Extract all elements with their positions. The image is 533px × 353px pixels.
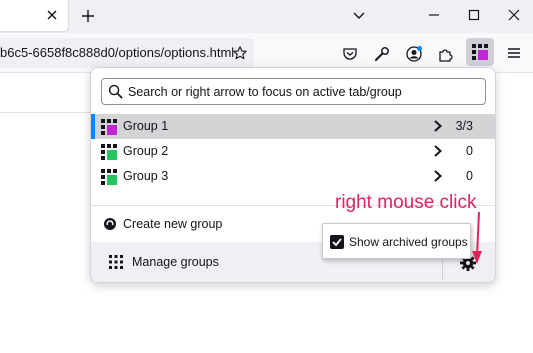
- group-color-icon: [101, 119, 117, 135]
- show-archived-label: Show archived groups: [349, 235, 468, 249]
- annotation-arrow: [472, 211, 482, 264]
- group-row-3[interactable]: Group 3 0: [91, 164, 495, 189]
- group-tab-count: 3/3: [455, 119, 473, 133]
- account-icon[interactable]: [405, 45, 423, 63]
- grid-icon: [109, 255, 123, 269]
- show-archived-groups-item[interactable]: Show archived groups: [323, 224, 470, 258]
- group-tab-count: 0: [466, 169, 473, 183]
- screen: b6c5-6658f8c888d0/options/options.html S…: [0, 0, 533, 353]
- group-label: Group 3: [123, 169, 169, 183]
- tab-groups-extension-button[interactable]: [466, 38, 494, 66]
- pocket-icon[interactable]: [341, 45, 359, 63]
- extensions-icon[interactable]: [437, 45, 455, 63]
- minimize-icon[interactable]: [426, 7, 442, 23]
- context-menu: Show archived groups: [322, 223, 471, 259]
- tab-groups-icon: [472, 44, 488, 60]
- checkbox-icon[interactable]: [330, 235, 344, 249]
- create-group-icon: [104, 218, 116, 230]
- search-box[interactable]: [101, 78, 486, 105]
- tab-strip: [0, 0, 533, 33]
- url-text: b6c5-6658f8c888d0/options/options.html: [0, 45, 235, 60]
- close-icon[interactable]: [44, 7, 60, 23]
- group-color-icon: [101, 169, 117, 185]
- chevron-right-icon[interactable]: [431, 144, 445, 158]
- star-icon[interactable]: [232, 45, 248, 61]
- window-close-icon[interactable]: [506, 7, 522, 23]
- chevron-down-icon[interactable]: [351, 7, 367, 23]
- search-icon: [108, 84, 123, 99]
- search-input[interactable]: [128, 81, 480, 102]
- page-divider: [0, 112, 90, 113]
- hamburger-menu-icon[interactable]: [506, 45, 522, 61]
- chevron-right-icon[interactable]: [431, 119, 445, 133]
- wrench-icon[interactable]: [373, 45, 391, 63]
- group-color-icon: [101, 144, 117, 160]
- url-bar[interactable]: b6c5-6658f8c888d0/options/options.html: [0, 38, 254, 68]
- browser-tab[interactable]: [0, 0, 68, 31]
- plus-icon[interactable]: [79, 7, 97, 25]
- group-row-1[interactable]: Group 1 3/3: [91, 114, 495, 139]
- active-indicator: [91, 114, 95, 139]
- create-group-label: Create new group: [123, 217, 223, 231]
- annotation-text: right mouse click: [335, 192, 477, 213]
- group-row-2[interactable]: Group 2 0: [91, 139, 495, 164]
- manage-groups-label: Manage groups: [132, 255, 219, 269]
- group-tab-count: 0: [466, 144, 473, 158]
- chevron-right-icon[interactable]: [431, 169, 445, 183]
- group-label: Group 2: [123, 144, 169, 158]
- group-label: Group 1: [123, 119, 169, 133]
- maximize-icon[interactable]: [466, 7, 482, 23]
